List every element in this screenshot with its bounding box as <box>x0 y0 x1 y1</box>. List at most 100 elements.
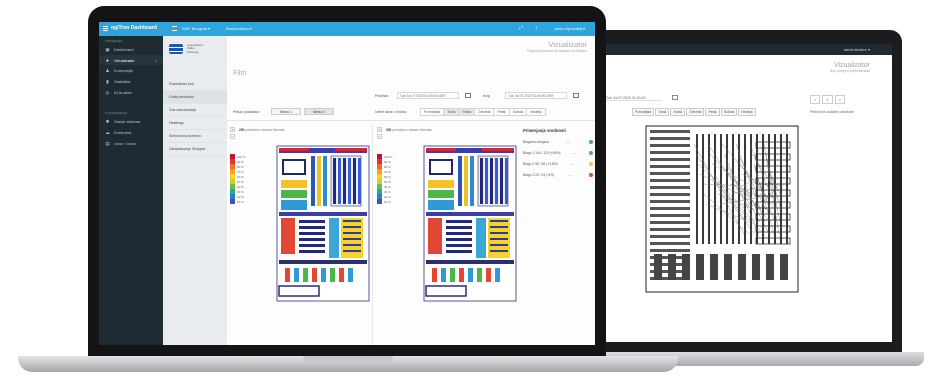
sidebar-item-dashboard[interactable]: ▣ Dashboard <box>99 44 163 55</box>
checkout-lane <box>682 254 690 280</box>
day-chip[interactable]: Četvrtak <box>686 108 705 116</box>
expand-icon[interactable]: ⤢ <box>519 25 523 31</box>
checkout-lane <box>441 268 446 282</box>
place-1-button[interactable]: Mesto 1 <box>271 108 301 115</box>
page-subtitle: Pogled prehodnosti kupaca na Bratnu <box>526 49 587 53</box>
comparison-label: Blago 3 20 / 24 (-9%) <box>523 173 555 177</box>
hot-zone <box>279 148 309 151</box>
back-floorplan-map[interactable] <box>644 124 800 294</box>
back-date-input[interactable]: Tue Jul 07 2020 01:00:00 <box>606 96 662 101</box>
sidebar-item-label: AI Analize <box>114 90 132 95</box>
zoom-out-button[interactable]: − <box>230 134 235 139</box>
day-chip[interactable]: Subota <box>720 108 738 116</box>
day-chip[interactable]: Ponedeljak <box>632 108 655 116</box>
mid-aisle <box>279 212 367 216</box>
place-2-button[interactable]: Mesto 2 <box>304 108 334 115</box>
sidebar-item-kontrolna[interactable]: ☁ Kontrolna <box>99 127 163 138</box>
day-chip[interactable]: Četvrtak <box>474 108 495 116</box>
end-calendar-icon[interactable] <box>573 93 579 98</box>
day-chip[interactable]: Torak <box>443 108 460 116</box>
subpanel-item[interactable]: Heatmap <box>163 117 227 130</box>
subpanel-item[interactable]: Zaključavanje Shopper <box>163 143 227 156</box>
status-dot-icon <box>589 173 593 177</box>
sidebar-item-label: Uvoz / Izvoz <box>114 141 136 146</box>
main-content: Vizualizator Pogled prehodnosti kupaca n… <box>227 36 595 345</box>
divider <box>227 120 595 121</box>
day-chip[interactable]: Sreda <box>670 108 686 116</box>
trash-icon: ▤ <box>105 140 110 146</box>
end-date-input[interactable]: Tue Jul 07 2020 01:00:00 GMT <box>505 92 567 99</box>
map-info: 200 prehodna u danom intervalu <box>239 128 285 132</box>
sidebar-item-label: Vizualizator <box>114 57 135 63</box>
subpanel-item[interactable]: Sinhronizuj domenu <box>163 130 227 143</box>
legend-label: 20 % <box>237 194 244 199</box>
shelf-row <box>348 158 351 204</box>
floorplan-heatmap-left[interactable] <box>275 144 371 304</box>
comparison-label: Blago 2 98 / 96 (+4,8%) <box>523 162 558 166</box>
zoom-in-button[interactable]: + <box>230 127 235 132</box>
day-chip[interactable]: Nedelja <box>738 108 756 116</box>
aisle-yellow <box>317 156 321 206</box>
shelf-row <box>490 244 508 246</box>
laptop-notch <box>303 356 393 362</box>
sidebar-item-uvoz-izvoz[interactable]: ▤ Uvoz / Izvoz <box>99 138 163 149</box>
user-menu[interactable]: Jadro Upravitelj ▾ <box>554 26 585 31</box>
menu-icon[interactable] <box>103 25 108 31</box>
shelf-row <box>480 158 483 204</box>
shelf-row <box>786 134 788 244</box>
sidebar-item-kompanije[interactable]: ♟ Kompanije <box>99 65 163 76</box>
shelf-row <box>299 226 325 229</box>
day-chip[interactable]: Petak <box>705 108 720 116</box>
subpanel-item[interactable]: Posmatrani puti <box>163 78 227 91</box>
day-chip[interactable]: Ponedeljak <box>420 108 445 116</box>
back-calendar-icon[interactable] <box>672 95 678 100</box>
start-date-input[interactable]: Tue Jul 07 2020 01:00:00 GMT <box>397 92 459 99</box>
sidebar-toggle-icon[interactable] <box>172 26 177 31</box>
day-chip[interactable]: Sreda <box>458 108 476 116</box>
checkout-lane <box>432 268 437 282</box>
sidebar-item-statistika[interactable]: ▮ Statistika <box>99 76 163 87</box>
brand[interactable]: ogiTron Dashboard <box>103 25 157 31</box>
comparison-row: Blago 3 20 / 24 (-9%) — <box>523 173 593 177</box>
bell-icon[interactable]: ♪ <box>535 25 538 31</box>
back-user-menu[interactable]: administrator ▾ <box>844 47 870 52</box>
filters-title: Filtri <box>233 70 247 77</box>
zone-red <box>428 218 442 254</box>
shelf-row <box>650 158 690 161</box>
back-title-block: Vizualizator Brzi pregled prehodenosti <box>830 62 870 73</box>
subpanel-item[interactable]: Čas zadržavanja <box>163 104 227 117</box>
day-chip[interactable]: Petak <box>493 108 510 116</box>
shelf-row <box>299 220 325 223</box>
back-pager-note: Pritisni na različite odsekove <box>810 110 855 114</box>
legend-label: 50 % <box>237 179 244 184</box>
legend-label: 70 % <box>237 169 244 174</box>
legend-row: 10 % <box>377 199 393 204</box>
pager-button[interactable]: < <box>810 95 821 104</box>
legend-row: 10 % <box>230 199 246 204</box>
branch-dropdown[interactable]: Bankovšćina ▾ <box>226 26 252 31</box>
start-calendar-icon[interactable] <box>465 93 471 98</box>
pin-icon: ● <box>106 57 109 63</box>
zoom-out-button[interactable]: − <box>377 134 382 139</box>
day-chip[interactable]: Subota <box>508 108 528 116</box>
location-dropdown[interactable]: RMF Beograd ▾ <box>182 26 210 31</box>
checkout-lane <box>450 268 455 282</box>
day-chip[interactable]: Nedelja <box>526 108 546 116</box>
checkout-lane <box>710 254 718 280</box>
shelf-row <box>343 158 346 204</box>
heatmap-legend: 100 % 90 % 80 % 70 % 60 % 50 % 40 % 30 % 20 % 10 … <box>377 154 393 204</box>
subpanel-item[interactable]: Gotal prehodno <box>163 91 227 104</box>
zone-cyan <box>428 200 454 210</box>
shelf-row <box>714 134 716 244</box>
zoom-in-button[interactable]: + <box>377 127 382 132</box>
person-icon: ♟ <box>105 67 110 73</box>
pager-button[interactable]: 1 <box>822 95 833 104</box>
hot-zone <box>335 148 367 151</box>
sidebar-item-vizualizator[interactable]: ● Vizualizator › <box>99 55 163 65</box>
pager-button[interactable]: > <box>834 95 845 104</box>
sidebar-item-stanje-sistema[interactable]: ✱ Stanje sistema <box>99 116 163 127</box>
checkout-lane <box>738 254 746 280</box>
floorplan-heatmap-right[interactable] <box>422 144 518 304</box>
day-chip[interactable]: Torak <box>655 108 670 116</box>
sidebar-item-ai-analize[interactable]: ◎ AI Analize <box>99 87 163 98</box>
